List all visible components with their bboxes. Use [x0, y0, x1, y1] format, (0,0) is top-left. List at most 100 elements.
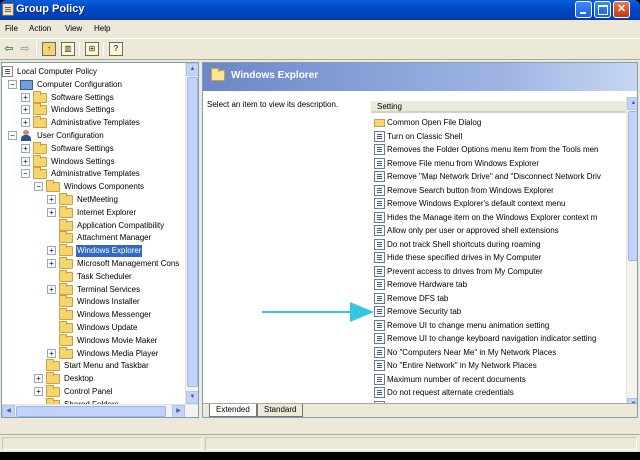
expand-icon[interactable]: + — [34, 374, 43, 384]
collapse-icon[interactable]: − — [34, 182, 43, 192]
folder-icon — [59, 346, 73, 359]
scroll-left-button[interactable]: ◀ — [2, 405, 15, 417]
setting-row[interactable]: Remove Hardware tab — [374, 278, 467, 291]
tree-item-label: User Configuration — [37, 131, 104, 140]
setting-row[interactable]: Maximum number of recent documents — [374, 373, 526, 386]
details-header: Windows Explorer — [203, 63, 637, 91]
setting-label: Maximum number of recent documents — [387, 374, 526, 384]
expand-icon[interactable]: + — [21, 105, 30, 115]
tree-item-label: Administrative Templates — [51, 118, 140, 128]
scroll-down-button[interactable]: ▼ — [186, 391, 198, 404]
show-hide-tree-icon[interactable]: ▥ — [61, 42, 75, 56]
setting-row[interactable]: No "Computers Near Me" in My Network Pla… — [374, 346, 556, 359]
setting-label: Remove Search button from Windows Explor… — [387, 185, 554, 195]
setting-row[interactable]: Remove UI to change keyboard navigation … — [374, 332, 596, 345]
expand-icon[interactable]: + — [47, 348, 56, 358]
computer-icon — [20, 79, 33, 90]
setting-label: Do not request alternate credentials — [387, 388, 514, 397]
setting-label: Remove UI to change menu animation setti… — [387, 320, 550, 330]
column-header-setting[interactable]: Setting — [371, 101, 637, 113]
setting-row[interactable]: Remove DFS tab — [374, 292, 448, 305]
folder-icon — [46, 372, 60, 385]
folder-icon — [211, 68, 225, 81]
collapse-icon[interactable]: − — [21, 169, 30, 179]
scroll-up-button[interactable]: ▲ — [186, 63, 198, 76]
menu-file[interactable]: File — [5, 24, 18, 33]
menu-help[interactable]: Help — [94, 24, 110, 33]
forward-icon[interactable]: ⇨ — [18, 42, 32, 56]
setting-row[interactable]: Remove Search button from Windows Explor… — [374, 184, 554, 197]
scroll-right-button[interactable]: ▶ — [172, 405, 185, 417]
tree-item-label: Application Compatibility — [77, 220, 165, 230]
setting-row[interactable]: Prevent access to drives from My Compute… — [374, 265, 543, 278]
setting-icon — [374, 211, 385, 223]
setting-label: Hides the Manage item on the Windows Exp… — [387, 212, 598, 222]
setting-row[interactable]: Common Open File Dialog — [374, 116, 481, 129]
help-icon[interactable]: ? — [109, 42, 123, 56]
scroll-up-button[interactable]: ▲ — [627, 97, 637, 110]
minimize-button[interactable] — [575, 1, 592, 18]
setting-row[interactable]: Hides the Manage item on the Windows Exp… — [374, 211, 597, 224]
expand-icon[interactable]: + — [47, 284, 56, 294]
setting-row[interactable]: Hide these specified drives in My Comput… — [374, 251, 541, 264]
settings-list: Setting Common Open File Dialog Turn on C… — [371, 91, 637, 417]
setting-icon — [374, 184, 385, 196]
collapse-icon[interactable]: − — [8, 131, 17, 140]
status-segment — [205, 437, 637, 450]
collapse-icon[interactable]: − — [8, 79, 17, 89]
description-text: Select an item to view its description. — [207, 100, 339, 109]
title-bar: Group Policy ✕ — [0, 0, 640, 20]
menu-view[interactable]: View — [65, 24, 82, 33]
back-icon[interactable]: ⇦ — [2, 42, 16, 56]
tree-vertical-scrollbar[interactable]: ▲ ▼ — [185, 63, 198, 417]
tree-horizontal-scrollbar[interactable]: ◀ ▶ — [2, 404, 198, 417]
setting-row[interactable]: No "Entire Network" in My Network Places — [374, 359, 537, 372]
setting-row[interactable]: Removes the Folder Options menu item fro… — [374, 143, 599, 156]
maximize-button[interactable] — [594, 1, 611, 18]
expand-icon[interactable]: + — [34, 387, 43, 396]
folder-icon — [59, 269, 73, 282]
tree-item-label: Windows Installer — [77, 297, 140, 307]
expand-icon[interactable]: + — [21, 156, 30, 166]
tree-item-label: Microsoft Management Cons — [77, 259, 180, 268]
setting-label: Remove Hardware tab — [387, 280, 468, 289]
menu-action[interactable]: Action — [29, 24, 51, 33]
tab-extended[interactable]: Extended — [209, 404, 257, 417]
setting-row[interactable]: Do not request alternate credentials — [374, 386, 514, 399]
setting-row[interactable]: Remove Windows Explorer's default contex… — [374, 197, 566, 210]
expand-icon[interactable]: + — [21, 143, 30, 153]
setting-icon — [374, 387, 385, 398]
tree-pane: Local Computer Policy − Computer Configura… — [1, 62, 199, 418]
expand-icon[interactable]: + — [21, 92, 30, 102]
up-folder-icon[interactable]: ↑ — [42, 42, 56, 56]
setting-row[interactable]: Remove "Map Network Drive" and "Disconne… — [374, 170, 601, 183]
expand-icon[interactable]: + — [47, 195, 56, 204]
screen-edge — [0, 452, 640, 460]
expand-icon[interactable]: + — [47, 207, 56, 217]
setting-row[interactable]: Remove Security tab — [374, 305, 461, 318]
tree-item-label: Start Menu and Taskbar — [64, 361, 149, 371]
setting-row[interactable]: Turn on Classic Shell — [374, 130, 462, 143]
settings-vertical-scrollbar[interactable]: ▲ ▼ — [626, 97, 637, 411]
scroll-thumb[interactable] — [187, 77, 198, 387]
scroll-thumb[interactable] — [16, 406, 166, 417]
expand-icon[interactable]: + — [47, 259, 56, 268]
setting-row[interactable]: Remove UI to change menu animation setti… — [374, 319, 549, 332]
tree-item-label: Windows Explorer — [76, 245, 143, 258]
folder-icon — [59, 244, 73, 257]
close-button[interactable]: ✕ — [613, 1, 630, 18]
scroll-thumb[interactable] — [628, 111, 637, 261]
folder-icon — [46, 180, 60, 193]
setting-label: Remove File menu from Windows Explorer — [387, 158, 540, 168]
menu-bar: File Action View Help — [0, 20, 640, 38]
tab-standard[interactable]: Standard — [257, 404, 304, 417]
setting-row[interactable]: Allow only per user or approved shell ex… — [374, 224, 559, 237]
setting-row[interactable]: Remove File menu from Windows Explorer — [374, 157, 539, 170]
tree-item-label: Internet Explorer — [77, 207, 137, 217]
folder-icon — [33, 103, 47, 116]
export-list-icon[interactable]: ⊞ — [85, 42, 99, 56]
expand-icon[interactable]: + — [47, 246, 56, 256]
setting-row[interactable]: Do not track Shell shortcuts during roam… — [374, 238, 540, 251]
expand-icon[interactable]: + — [21, 118, 30, 128]
setting-icon — [374, 333, 385, 344]
